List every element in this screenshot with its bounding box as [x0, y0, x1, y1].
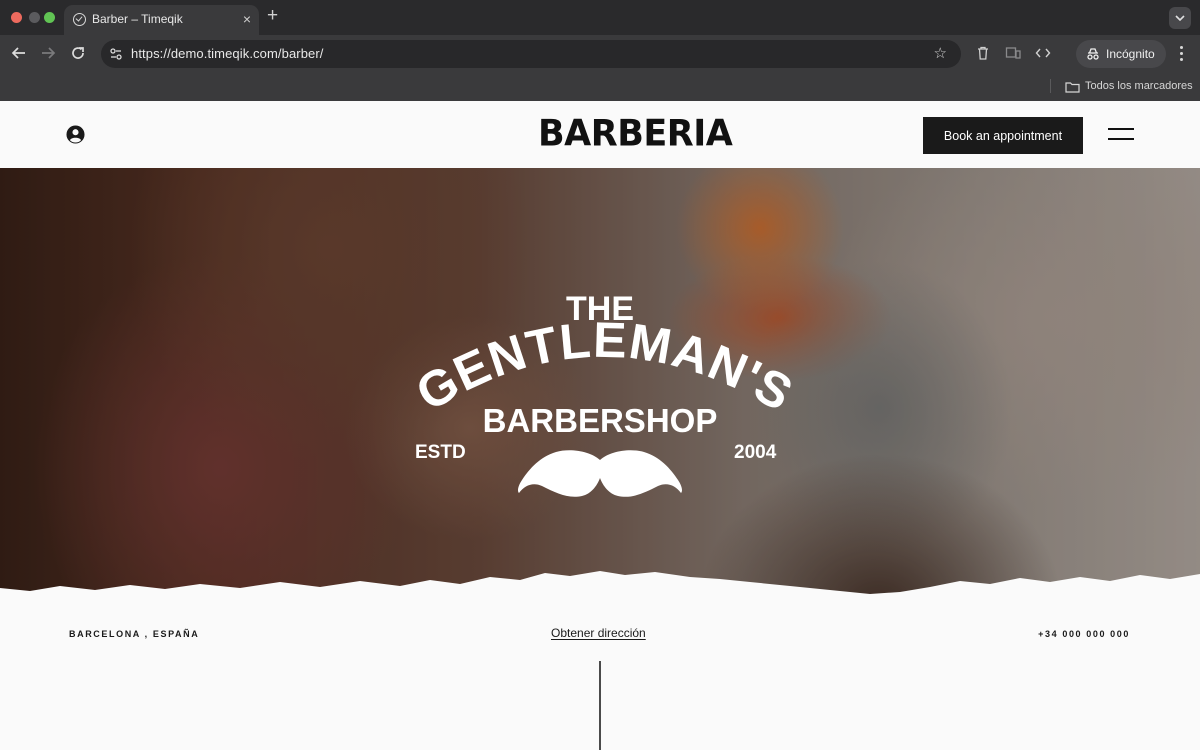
close-window-button[interactable] — [11, 12, 22, 23]
zoom-window-button[interactable] — [44, 12, 55, 23]
folder-icon — [1065, 82, 1080, 93]
address-bar[interactable]: https://demo.timeqik.com/barber/ ☆ — [101, 40, 961, 68]
browser-tab[interactable]: Barber – Timeqik × — [64, 5, 259, 35]
user-account-icon[interactable] — [66, 125, 85, 144]
directions-link[interactable]: Obtener dirección — [551, 626, 646, 640]
site-header: BARBERIA Book an appointment — [0, 101, 1200, 168]
browser-chrome: Barber – Timeqik × + https://demo.timeqi… — [0, 0, 1200, 101]
new-tab-button[interactable]: + — [267, 6, 278, 26]
site-info-icon[interactable] — [109, 47, 123, 61]
trash-icon[interactable] — [975, 45, 991, 61]
bookmarks-divider — [1050, 79, 1051, 93]
minimize-window-button[interactable] — [29, 12, 40, 23]
device-icon[interactable] — [1005, 45, 1021, 61]
phone-number[interactable]: +34 000 000 000 — [1038, 629, 1130, 639]
site-logo[interactable]: BARBERIA — [538, 113, 733, 155]
kebab-menu-icon[interactable] — [1176, 45, 1188, 63]
forward-icon[interactable] — [39, 44, 57, 62]
scroll-indicator-line — [599, 661, 601, 750]
tab-search-button[interactable] — [1169, 7, 1191, 29]
reload-icon[interactable] — [69, 44, 87, 62]
code-icon[interactable] — [1035, 45, 1051, 61]
back-icon[interactable] — [10, 44, 28, 62]
incognito-icon — [1087, 48, 1099, 60]
incognito-badge[interactable]: Incógnito — [1076, 40, 1166, 68]
hamburger-menu-icon[interactable] — [1108, 128, 1134, 142]
tab-title: Barber – Timeqik — [92, 12, 183, 26]
location-text: BARCELONA , ESPAÑA — [69, 629, 200, 639]
chevron-down-icon — [1175, 15, 1185, 21]
bookmarks-label: Todos los marcadores — [1085, 80, 1193, 92]
tab-strip: Barber – Timeqik × + — [0, 0, 1200, 35]
hero-image: THE GENTLEMAN'S BARBERSHOP ESTD 2004 — [0, 168, 1200, 600]
star-icon[interactable]: ☆ — [934, 44, 947, 62]
tab-close-button[interactable]: × — [243, 10, 251, 28]
book-appointment-button[interactable]: Book an appointment — [923, 117, 1083, 154]
incognito-label: Incógnito — [1106, 47, 1155, 61]
torn-paper-edge — [0, 571, 1200, 600]
favicon-icon — [73, 13, 86, 26]
url-text[interactable]: https://demo.timeqik.com/barber/ — [131, 46, 324, 61]
